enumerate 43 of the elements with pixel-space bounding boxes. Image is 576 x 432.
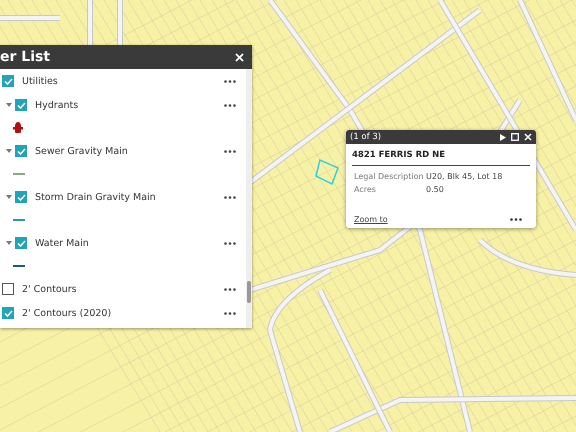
more-icon bbox=[224, 196, 236, 198]
layer-options-button[interactable] bbox=[224, 80, 236, 82]
layer-name: Water Main bbox=[35, 238, 90, 248]
maximize-button[interactable] bbox=[511, 133, 519, 141]
panel-title: er List bbox=[0, 49, 50, 65]
layer-name: 2' Contours (2020) bbox=[22, 308, 112, 318]
layer-name: Utilities bbox=[22, 76, 59, 86]
layer-checkbox[interactable] bbox=[2, 75, 14, 87]
more-icon bbox=[224, 80, 236, 82]
layer-checkbox[interactable] bbox=[2, 307, 14, 319]
popup-options-button[interactable] bbox=[510, 218, 522, 221]
more-icon bbox=[224, 312, 236, 314]
layer-options-button[interactable] bbox=[224, 196, 236, 198]
layer-checkbox[interactable] bbox=[2, 283, 14, 295]
zoom-to-link[interactable]: Zoom to bbox=[354, 215, 388, 224]
layer-options-button[interactable] bbox=[224, 312, 236, 314]
more-icon bbox=[224, 242, 236, 244]
next-button[interactable] bbox=[500, 134, 506, 140]
more-icon bbox=[224, 104, 236, 106]
feature-counter: (1 of 3) bbox=[350, 132, 382, 142]
layer-options-button[interactable] bbox=[224, 288, 236, 290]
layer-name: Storm Drain Gravity Main bbox=[35, 192, 157, 202]
field-value: U20, Blk 45, Lot 18 bbox=[426, 172, 504, 181]
field-label: Acres bbox=[354, 185, 377, 194]
popup-title: 4821 FERRIS RD NE bbox=[352, 150, 530, 166]
layer-options-button[interactable] bbox=[224, 104, 236, 106]
layer-checkbox[interactable] bbox=[15, 191, 27, 203]
more-icon bbox=[224, 150, 236, 152]
layer-options-button[interactable] bbox=[224, 242, 236, 244]
field-label: Legal Description bbox=[354, 172, 425, 181]
field-value: 0.50 bbox=[426, 185, 445, 194]
more-icon bbox=[224, 288, 236, 290]
close-button[interactable] bbox=[524, 133, 532, 141]
layer-checkbox[interactable] bbox=[15, 237, 27, 249]
layer-name: 2' Contours bbox=[22, 284, 78, 294]
more-icon bbox=[510, 218, 522, 221]
scrollbar[interactable] bbox=[246, 69, 252, 328]
layer-name: Sewer Gravity Main bbox=[35, 146, 129, 156]
layer-name: Hydrants bbox=[35, 100, 80, 110]
layer-options-button[interactable] bbox=[224, 150, 236, 152]
layer-checkbox[interactable] bbox=[15, 145, 27, 157]
layer-checkbox[interactable] bbox=[15, 99, 27, 111]
close-button[interactable] bbox=[235, 52, 244, 62]
